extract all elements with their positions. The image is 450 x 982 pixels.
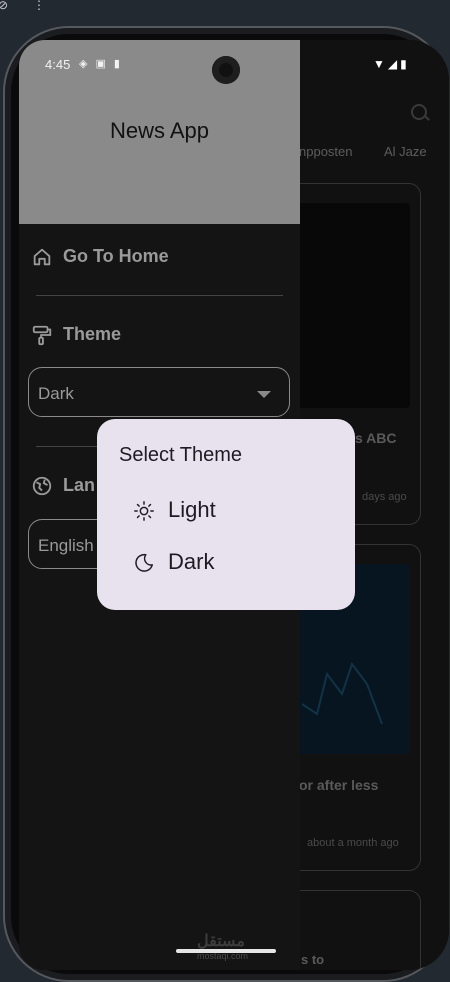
theme-dropdown[interactable]: Dark — [28, 367, 290, 417]
phone-screen: npposten Al Jaze s ABC days ago or after… — [19, 40, 449, 970]
more-icon[interactable]: ⋮ — [33, 0, 45, 12]
dropdown-arrow-icon — [257, 391, 271, 398]
news-title: or after less — [299, 777, 379, 793]
drawer-item-theme: Theme — [31, 324, 121, 346]
theme-option-label: Light — [168, 497, 216, 522]
theme-option-light[interactable]: Light — [133, 497, 216, 523]
drawer-item-label: Lan — [63, 475, 96, 495]
paint-roller-icon — [31, 324, 53, 346]
home-icon — [31, 246, 53, 268]
search-icon[interactable] — [411, 104, 427, 120]
home-indicator[interactable] — [176, 949, 276, 953]
drawer-header: 4:45 ◈▣▮ News App — [19, 40, 300, 224]
status-icons: ◈▣▮ — [79, 58, 128, 70]
news-title: s ABC — [355, 430, 397, 446]
news-image — [297, 203, 410, 408]
drawer-item-label: Theme — [63, 324, 122, 344]
news-time: about a month ago — [307, 837, 399, 849]
dialog-title: Select Theme — [119, 444, 243, 466]
globe-icon — [31, 475, 53, 497]
select-theme-dialog: Select Theme Light Dark — [97, 419, 355, 610]
page-title: News App — [109, 118, 210, 143]
news-time: days ago — [362, 491, 407, 503]
drawer-item-language: Lan — [31, 475, 95, 497]
theme-dropdown-value: Dark — [38, 384, 74, 403]
language-dropdown-value: English — [38, 536, 94, 555]
status-time: 4:45 — [45, 57, 71, 72]
news-title: s to — [301, 952, 325, 967]
tab-source[interactable]: Al Jaze — [384, 144, 427, 159]
status-icons-right: ▼◢▮ — [373, 57, 410, 71]
ide-toolbar: ⊘ ⋮ — [0, 0, 450, 14]
tab-source[interactable]: npposten — [299, 144, 353, 159]
drawer-item-home[interactable]: Go To Home — [31, 246, 169, 268]
theme-option-dark[interactable]: Dark — [133, 549, 214, 575]
watermark-logo: مستقل — [197, 933, 245, 950]
theme-option-label: Dark — [168, 549, 215, 574]
drawer-item-label: Go To Home — [63, 246, 169, 266]
camera-hole — [212, 56, 240, 84]
sun-icon — [133, 500, 155, 522]
divider — [36, 295, 283, 296]
moon-icon — [133, 552, 155, 574]
ide-icon: ⊘ — [0, 0, 9, 12]
